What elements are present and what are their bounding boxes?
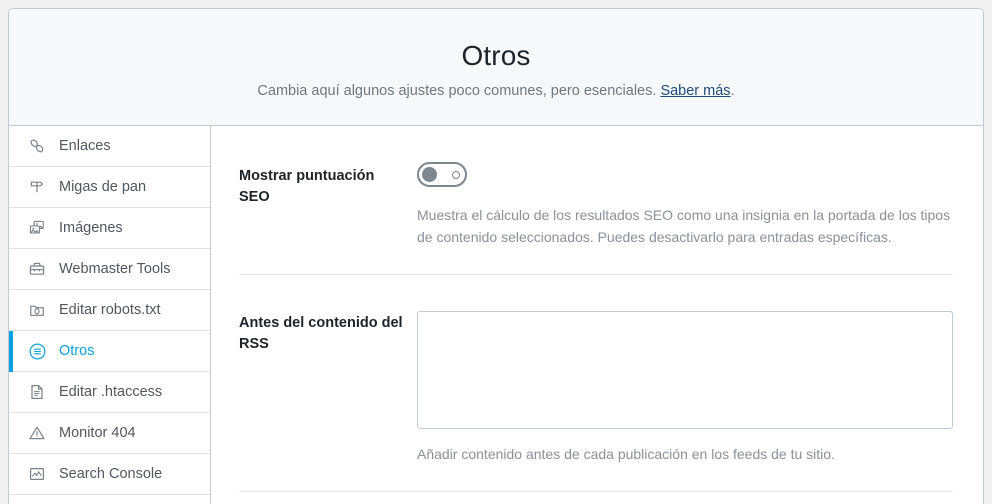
settings-content: Mostrar puntuación SEO Muestra el cálcul… bbox=[211, 126, 983, 504]
sidebar-item-label: Search Console bbox=[59, 466, 163, 482]
sidebar-item-editar-htaccess[interactable]: Editar .htaccess bbox=[9, 372, 210, 413]
document-icon bbox=[27, 382, 47, 402]
rss-before-content-textarea[interactable] bbox=[417, 311, 953, 429]
toggle-ring bbox=[452, 170, 460, 179]
warning-triangle-icon bbox=[27, 423, 47, 443]
settings-card: Otros Cambia aquí algunos ajustes poco c… bbox=[8, 8, 984, 504]
setting-row-rss-before-content: Antes del contenido del RSS Añadir conte… bbox=[239, 275, 953, 492]
setting-label: Mostrar puntuación SEO bbox=[239, 168, 375, 205]
sidebar-item-webmaster-tools[interactable]: Webmaster Tools bbox=[9, 249, 210, 290]
settings-page: Otros Cambia aquí algunos ajustes poco c… bbox=[0, 0, 992, 504]
page-subtitle: Cambia aquí algunos ajustes poco comunes… bbox=[9, 81, 983, 101]
robots-file-icon bbox=[27, 300, 47, 320]
sidebar-item-search-console[interactable]: Search Console bbox=[9, 454, 210, 495]
sidebar-item-label: Monitor 404 bbox=[59, 425, 136, 441]
sidebar-item-label: Enlaces bbox=[59, 138, 111, 154]
page-title: Otros bbox=[461, 40, 531, 71]
sidebar-item-label: Imágenes bbox=[59, 220, 123, 236]
sidebar-item-editar-robots-txt[interactable]: Editar robots.txt bbox=[9, 290, 210, 331]
page-subtitle-text: Cambia aquí algunos ajustes poco comunes… bbox=[257, 83, 661, 99]
sidebar-item-label: Editar robots.txt bbox=[59, 302, 161, 318]
breadcrumb-icon bbox=[27, 177, 47, 197]
page-header: Otros Cambia aquí algunos ajustes poco c… bbox=[9, 9, 983, 126]
sidebar-item-enlaces[interactable]: Enlaces bbox=[9, 126, 210, 167]
list-circle-icon bbox=[27, 341, 47, 361]
images-icon bbox=[27, 218, 47, 238]
sidebar-item-migas-de-pan[interactable]: Migas de pan bbox=[9, 167, 210, 208]
settings-sidebar: Enlaces Migas de pan Imágenes Webmaster … bbox=[9, 126, 211, 504]
sidebar-item-label: Editar .htaccess bbox=[59, 384, 163, 400]
link-icon bbox=[27, 136, 47, 156]
sidebar-item-label: Otros bbox=[59, 343, 95, 359]
show-seo-score-toggle[interactable] bbox=[417, 162, 467, 187]
chart-icon bbox=[27, 464, 47, 484]
setting-help-text: Añadir contenido antes de cada publicaci… bbox=[417, 446, 835, 462]
setting-help-text: Muestra el cálculo de los resultados SEO… bbox=[417, 207, 951, 245]
page-subtitle-suffix: . bbox=[730, 83, 735, 99]
sidebar-item-imagenes[interactable]: Imágenes bbox=[9, 208, 210, 249]
sidebar-item-otros[interactable]: Otros bbox=[9, 331, 210, 372]
toggle-knob bbox=[422, 167, 437, 182]
sidebar-item-label: Webmaster Tools bbox=[59, 261, 171, 277]
setting-row-seo-score: Mostrar puntuación SEO Muestra el cálcul… bbox=[239, 126, 953, 275]
settings-body: Enlaces Migas de pan Imágenes Webmaster … bbox=[9, 126, 983, 504]
setting-field: Añadir contenido antes de cada publicaci… bbox=[417, 311, 953, 465]
sidebar-item-monitor-404[interactable]: Monitor 404 bbox=[9, 413, 210, 454]
setting-field: Muestra el cálculo de los resultados SEO… bbox=[417, 162, 953, 248]
learn-more-link[interactable]: Saber más bbox=[660, 83, 730, 99]
setting-label: Antes del contenido del RSS bbox=[239, 315, 403, 352]
toolbox-icon bbox=[27, 259, 47, 279]
sidebar-item-label: Migas de pan bbox=[59, 179, 147, 195]
